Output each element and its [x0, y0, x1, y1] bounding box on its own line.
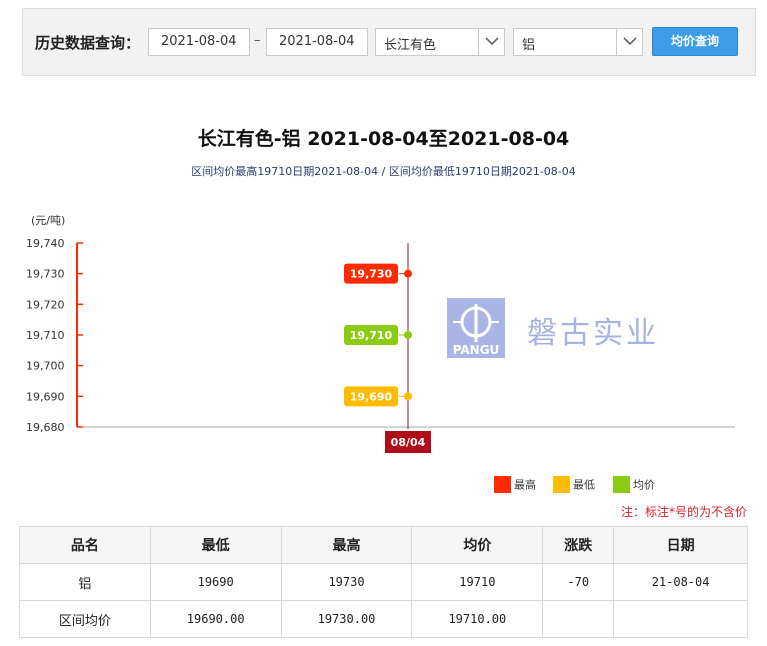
y-tick-label: 19,720	[26, 298, 65, 311]
data-label: 19,710	[350, 329, 393, 342]
legend-swatch	[613, 476, 630, 493]
table-cell: 19730.00	[280, 600, 413, 638]
start-date-input[interactable]: 2021-08-04	[148, 28, 250, 56]
metal-select[interactable]: 铝	[513, 28, 643, 56]
column-header: 日期	[613, 526, 748, 564]
table-cell: 21-08-04	[613, 563, 748, 601]
data-label: 19,690	[350, 390, 393, 403]
table-cell: 19710.00	[411, 600, 544, 638]
price-table: 品名 最低 最高 均价 涨跌 日期 铝 19690 19730 19710 -7…	[19, 526, 748, 638]
company-watermark: 磐古实业	[527, 316, 659, 351]
table-cell	[613, 600, 748, 638]
note-text: 注：标注*号的为不含价	[620, 505, 747, 519]
column-header: 品名	[19, 526, 151, 564]
table-cell: 区间均价	[19, 600, 151, 638]
y-tick-label: 19,740	[26, 237, 65, 250]
y-axis-unit-label: (元/吨)	[31, 214, 65, 227]
data-point	[404, 392, 412, 401]
table-row: 区间均价 19690.00 19730.00 19710.00	[19, 600, 748, 638]
y-tick-label: 19,690	[26, 390, 65, 403]
table-row: 铝 19690 19730 19710 -70 21-08-04	[19, 563, 748, 601]
legend-label: 最高	[514, 478, 536, 492]
legend-swatch	[494, 476, 511, 493]
market-select[interactable]: 长江有色	[375, 28, 505, 56]
table-cell: 19690	[149, 563, 282, 601]
logo-text: PANGU	[453, 343, 500, 357]
query-bar: 历史数据查询： 2021-08-04 – 2021-08-04 长江有色 铝 均…	[22, 8, 756, 76]
column-header: 最低	[149, 526, 282, 564]
chevron-down-icon[interactable]	[478, 29, 504, 55]
data-label: 19,730	[350, 268, 393, 281]
table-cell: 19710	[411, 563, 544, 601]
table-cell: 19690.00	[149, 600, 282, 638]
table-cell	[542, 600, 615, 638]
data-point	[404, 269, 412, 278]
query-label: 历史数据查询：	[35, 34, 141, 52]
legend-swatch	[553, 476, 570, 493]
legend-item-low[interactable]: 最低	[553, 476, 595, 493]
column-header: 涨跌	[542, 526, 615, 564]
chevron-down-icon[interactable]	[616, 29, 642, 55]
metal-select-value: 铝	[522, 38, 536, 53]
market-select-value: 长江有色	[384, 38, 437, 53]
table-cell: -70	[542, 563, 615, 601]
legend-label: 最低	[573, 478, 595, 492]
y-tick-label: 19,680	[26, 421, 65, 434]
end-date-input[interactable]: 2021-08-04	[266, 28, 368, 56]
data-point	[404, 331, 412, 339]
column-header: 最高	[280, 526, 413, 564]
chart-title: 长江有色-铝 2021-08-04至2021-08-04	[197, 128, 570, 150]
date-separator: –	[254, 33, 261, 48]
table-cell: 19730	[280, 563, 413, 601]
x-tick-label: 08/04	[391, 436, 426, 449]
table-header-row: 品名 最低 最高 均价 涨跌 日期	[19, 526, 748, 564]
legend-item-average[interactable]: 均价	[613, 476, 655, 493]
column-header: 均价	[411, 526, 544, 564]
chart-subtitle: 区间均价最高19710日期2021-08-04 / 区间均价最低19710日期2…	[191, 165, 576, 178]
y-tick-label: 19,710	[26, 329, 65, 342]
page-root: 历史数据查询： 2021-08-04 – 2021-08-04 长江有色 铝 均…	[0, 0, 767, 646]
pangu-logo: PANGU	[447, 298, 505, 358]
average-price-query-button[interactable]: 均价查询	[652, 27, 738, 56]
legend-item-high[interactable]: 最高	[494, 476, 536, 493]
y-tick-label: 19,700	[26, 360, 65, 373]
legend-label: 均价	[633, 478, 655, 492]
table-cell: 铝	[19, 563, 151, 601]
y-tick-label: 19,730	[26, 268, 65, 281]
